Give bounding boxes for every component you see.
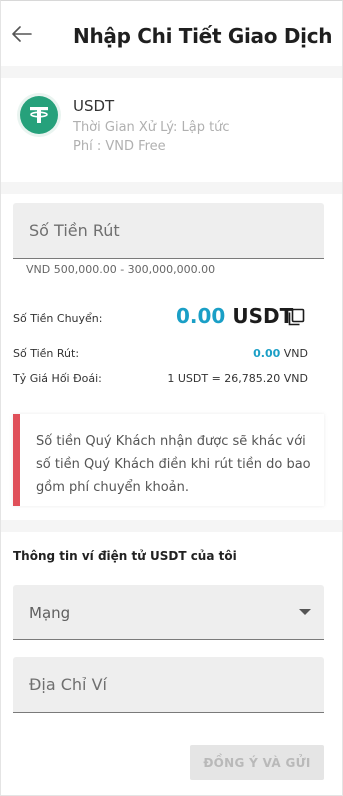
transfer-amount-value: 0.00 <box>176 304 226 328</box>
notice-accent-bar <box>13 414 20 506</box>
transfer-amount-label: Số Tiền Chuyển: <box>13 312 103 325</box>
transfer-amount-unit: USDT <box>232 304 294 328</box>
withdraw-amount-input[interactable] <box>13 203 324 258</box>
amount-range-hint: VND 500,000.00 - 300,000,000.00 <box>26 263 216 276</box>
withdraw-amount-summary: 0.00 VND <box>253 347 308 360</box>
page-title: Nhập Chi Tiết Giao Dịch <box>73 24 333 48</box>
fee-notice: Số tiền Quý Khách nhận được sẽ khác với … <box>13 414 324 506</box>
arrow-left-icon <box>12 26 32 42</box>
back-button[interactable] <box>10 22 34 46</box>
notice-text: Số tiền Quý Khách nhận được sẽ khác với … <box>36 434 311 495</box>
caret-down-icon <box>299 609 311 615</box>
divider <box>1 520 342 532</box>
currency-info: USDT Thời Gian Xử Lý: Lập tức Phí : VND … <box>0 80 343 180</box>
header: Nhập Chi Tiết Giao Dịch <box>0 4 343 66</box>
withdraw-amount-unit: VND <box>283 347 308 360</box>
wallet-address-input[interactable] <box>13 657 324 712</box>
submit-button[interactable]: ĐỒNG Ý VÀ GỬI <box>190 745 324 780</box>
coin-name: USDT <box>73 97 115 115</box>
network-select-label: Mạng <box>29 604 71 622</box>
network-select[interactable]: Mạng <box>13 585 324 640</box>
exchange-rate-value: 1 USDT = 26,785.20 VND <box>167 372 308 385</box>
processing-time: Thời Gian Xử Lý: Lập tức <box>73 120 230 135</box>
tether-icon <box>20 96 58 134</box>
copy-button[interactable] <box>287 308 305 326</box>
wallet-section-title: Thông tin ví điện tử USDT của tôi <box>13 549 237 563</box>
fee-info: Phí : VND Free <box>73 139 166 154</box>
divider <box>1 182 342 194</box>
exchange-rate-label: Tỷ Giá Hối Đoái: <box>13 372 102 385</box>
copy-icon <box>288 308 305 326</box>
divider <box>1 66 342 78</box>
withdraw-amount-label: Số Tiền Rút: <box>13 347 80 360</box>
withdraw-amount-field[interactable] <box>13 203 324 259</box>
transfer-amount: 0.00 USDT <box>176 304 293 328</box>
wallet-address-field[interactable] <box>13 657 324 713</box>
withdraw-amount-value: 0.00 <box>253 347 281 360</box>
